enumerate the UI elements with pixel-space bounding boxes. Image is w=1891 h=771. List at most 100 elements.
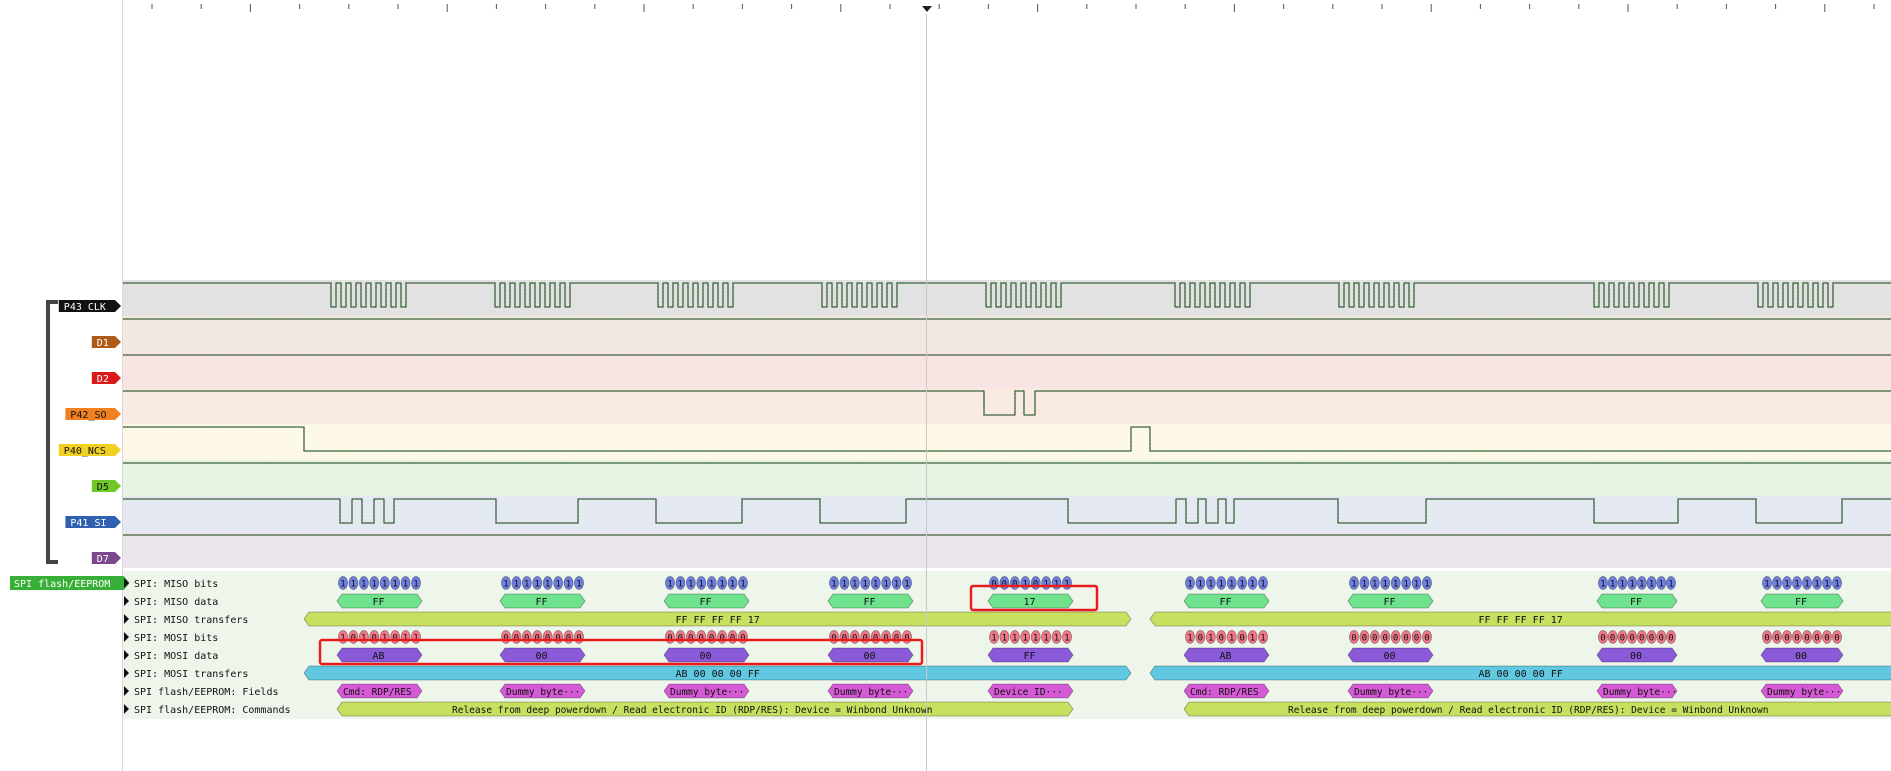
bit-value: 0 (1764, 634, 1769, 644)
channel-name: D1 (97, 338, 109, 349)
decoder-row-0[interactable]: SPI: MISO bits (124, 578, 218, 590)
bit-value: 1 (1260, 634, 1265, 644)
mosi-data-value: 00 (1630, 651, 1642, 662)
miso-data-value: FF (1795, 597, 1807, 608)
waveform-view[interactable]: P43_CLK D1 D2 P42_SO P40_NCS D5 P41_SI D7 SPI fl… (0, 0, 1891, 771)
mosi-data-value: FF (1024, 651, 1036, 662)
bit-value: 0 (1824, 634, 1829, 644)
bit-value: 1 (1834, 580, 1839, 590)
bit-value: 1 (1054, 634, 1059, 644)
bit-value: 0 (1218, 634, 1223, 644)
bit-value: 0 (1629, 634, 1634, 644)
bit-value: 1 (1814, 580, 1819, 590)
bit-value: 0 (545, 634, 550, 644)
bit-value: 0 (1774, 634, 1779, 644)
bit-value: 0 (698, 634, 703, 644)
bit-value: 0 (1393, 634, 1398, 644)
bit-value: 1 (1260, 580, 1265, 590)
field-value: Cmd: RDP/RES (1190, 687, 1259, 698)
bit-value: 1 (1351, 580, 1356, 590)
decoder-row-1[interactable]: SPI: MISO data (124, 596, 218, 608)
bit-value: 0 (1804, 634, 1809, 644)
channel-row-background (123, 460, 1891, 496)
miso-data-value: FF (373, 597, 385, 608)
bit-value: 0 (1033, 580, 1038, 590)
bit-value: 1 (534, 580, 539, 590)
decoder-row-label: SPI: MISO transfers (134, 615, 248, 626)
decoder-row-2[interactable]: SPI: MISO transfers (124, 614, 248, 626)
decoder-row-label: SPI: MOSI bits (134, 633, 218, 644)
bit-value: 1 (1784, 580, 1789, 590)
bit-value: 1 (1372, 580, 1377, 590)
bit-value: 0 (883, 634, 888, 644)
bit-value: 0 (730, 634, 735, 644)
bit-value: 0 (371, 634, 376, 644)
channel-label-p41-si[interactable]: P41_SI (65, 516, 121, 529)
channel-name: D5 (97, 482, 109, 493)
bit-value: 0 (873, 634, 878, 644)
decoder-row-label: SPI flash/EEPROM: Commands (134, 705, 291, 716)
bit-value: 1 (1218, 580, 1223, 590)
bit-value: 1 (1424, 580, 1429, 590)
bit-value: 1 (1804, 580, 1809, 590)
bit-value: 1 (667, 580, 672, 590)
channel-row-background (123, 496, 1891, 532)
bit-value: 0 (1834, 634, 1839, 644)
bit-value: 0 (1239, 634, 1244, 644)
field-value: Dummy byte··· (834, 687, 908, 698)
field-value: Dummy byte··· (506, 687, 580, 698)
miso-transfer-value: FF FF FF FF 17 (1479, 615, 1563, 626)
bit-value: 0 (351, 634, 356, 644)
bit-value: 1 (1208, 634, 1213, 644)
bit-value: 0 (555, 634, 560, 644)
decoder-row-7[interactable]: SPI flash/EEPROM: Commands (124, 704, 291, 716)
decoder-row-3[interactable]: SPI: MOSI bits (124, 632, 218, 644)
bit-value: 1 (698, 580, 703, 590)
bit-value: 1 (719, 580, 724, 590)
bit-value: 1 (403, 634, 408, 644)
bit-value: 1 (1382, 580, 1387, 590)
bit-value: 0 (740, 634, 745, 644)
bit-value: 1 (340, 634, 345, 644)
decoder-row-4[interactable]: SPI: MOSI data (124, 650, 218, 662)
bit-value: 1 (1208, 580, 1213, 590)
channel-row-background (123, 352, 1891, 388)
bit-value: 0 (894, 634, 899, 644)
miso-data-value: FF (864, 597, 876, 608)
bit-value: 0 (1198, 634, 1203, 644)
bit-value: 0 (688, 634, 693, 644)
bit-value: 1 (1639, 580, 1644, 590)
bit-value: 1 (382, 634, 387, 644)
decoder-row-label: SPI flash/EEPROM: Fields (134, 687, 279, 698)
bit-value: 1 (1668, 580, 1673, 590)
bit-value: 0 (904, 634, 909, 644)
channel-label-p40-ncs[interactable]: P40_NCS (58, 444, 121, 457)
miso-data-value: FF (1220, 597, 1232, 608)
bit-value: 0 (503, 634, 508, 644)
miso-transfer-value: FF FF FF FF 17 (676, 615, 760, 626)
channel-row-background (123, 280, 1891, 316)
field-value: Dummy byte··· (1767, 687, 1841, 698)
channel-label-p42-so[interactable]: P42_SO (65, 408, 121, 421)
miso-data-value: FF (536, 597, 548, 608)
channel-name: D7 (97, 554, 109, 565)
decoder-row-label: SPI: MOSI data (134, 651, 218, 662)
bit-value: 1 (361, 580, 366, 590)
bit-value: 0 (1814, 634, 1819, 644)
channel-label-p43-clk[interactable]: P43_CLK (58, 300, 121, 313)
bit-value: 0 (1649, 634, 1654, 644)
decoder-label-spi-flash[interactable]: SPI flash/EEPROM (10, 576, 130, 590)
mosi-data-value: AB (1220, 651, 1232, 662)
decoder-row-5[interactable]: SPI: MOSI transfers (124, 668, 248, 680)
bit-value: 1 (351, 580, 356, 590)
bit-value: 1 (1002, 634, 1007, 644)
decoder-row-6[interactable]: SPI flash/EEPROM: Fields (124, 686, 279, 698)
bit-value: 0 (514, 634, 519, 644)
decoder-name: SPI flash/EEPROM (14, 579, 110, 590)
bit-value: 1 (1043, 580, 1048, 590)
bit-value: 1 (1824, 580, 1829, 590)
bit-value: 1 (740, 580, 745, 590)
channel-row-background (123, 424, 1891, 460)
bit-value: 1 (413, 580, 418, 590)
bit-value: 0 (678, 634, 683, 644)
